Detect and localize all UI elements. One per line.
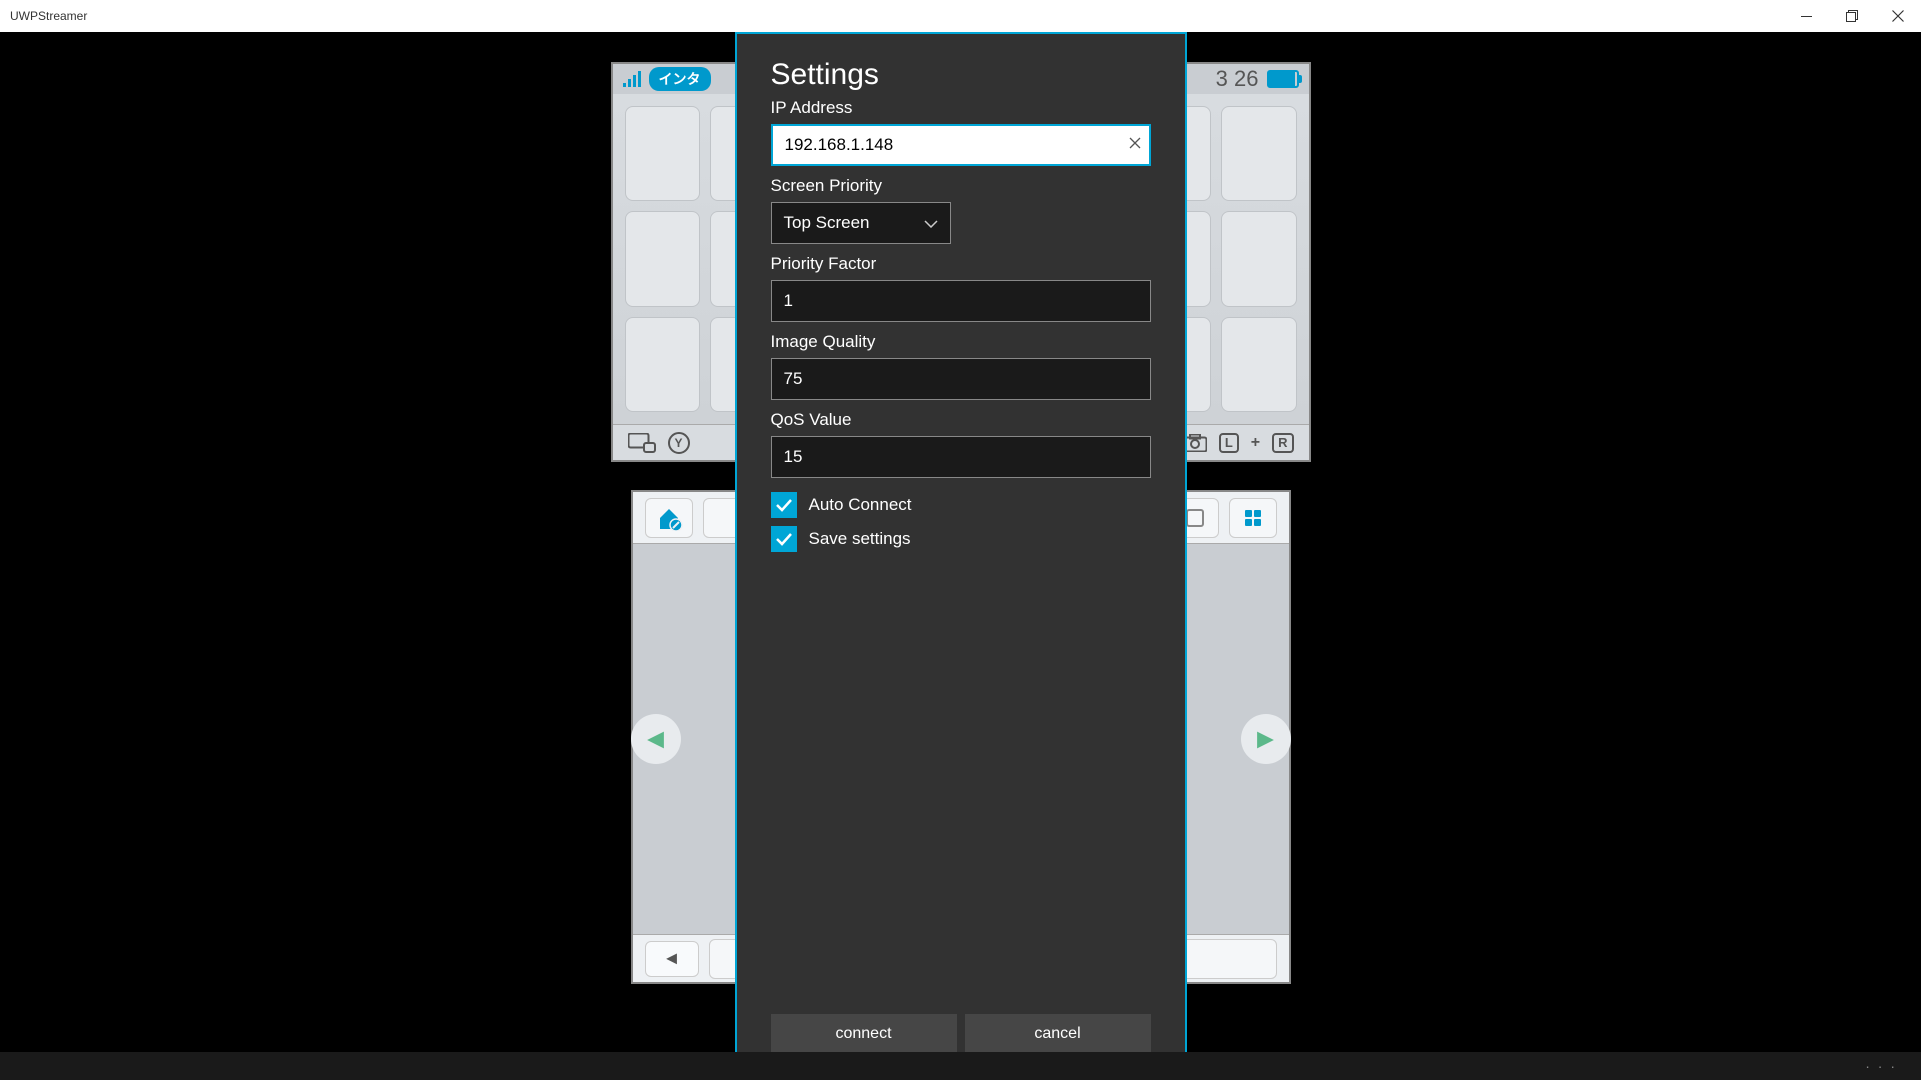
maximize-button[interactable] bbox=[1829, 0, 1875, 32]
auto-connect-row[interactable]: Auto Connect bbox=[771, 492, 1151, 518]
image-quality-label: Image Quality bbox=[771, 332, 1151, 352]
chevron-down-icon bbox=[924, 215, 938, 231]
qos-value-label: QoS Value bbox=[771, 410, 1151, 430]
screen-priority-select[interactable]: Top Screen bbox=[771, 202, 951, 244]
r-key-label: R bbox=[1272, 433, 1293, 453]
title-bar: UWPStreamer bbox=[0, 0, 1921, 32]
grid-view-icon bbox=[1244, 509, 1262, 527]
save-settings-checkbox[interactable] bbox=[771, 526, 797, 552]
priority-factor-input[interactable] bbox=[771, 280, 1151, 322]
maximize-icon bbox=[1846, 10, 1858, 22]
minimize-button[interactable] bbox=[1783, 0, 1829, 32]
battery-icon bbox=[1267, 70, 1299, 88]
plus-label: + bbox=[1251, 434, 1260, 452]
button-row: connect cancel bbox=[771, 1014, 1151, 1054]
left-arrow-icon: ◄ bbox=[642, 723, 670, 755]
auto-connect-label: Auto Connect bbox=[809, 495, 912, 515]
check-icon bbox=[775, 532, 793, 546]
close-button[interactable] bbox=[1875, 0, 1921, 32]
settings-panel: Settings IP Address Screen Priority Top … bbox=[735, 32, 1187, 1080]
ip-address-input[interactable] bbox=[771, 124, 1151, 166]
minimize-icon bbox=[1801, 16, 1812, 17]
signal-icon bbox=[623, 71, 643, 87]
image-quality-input[interactable] bbox=[771, 358, 1151, 400]
screen-priority-value: Top Screen bbox=[784, 213, 870, 233]
app-tile[interactable] bbox=[625, 211, 700, 306]
app-tile[interactable] bbox=[1221, 211, 1296, 306]
y-button-icon: Y bbox=[668, 432, 690, 454]
app-bar: · · · bbox=[0, 1052, 1921, 1080]
time-label: 3 26 bbox=[1216, 66, 1259, 92]
auto-connect-checkbox[interactable] bbox=[771, 492, 797, 518]
connect-button[interactable]: connect bbox=[771, 1014, 957, 1054]
home-wrench-icon bbox=[654, 505, 684, 531]
right-arrow-icon: ► bbox=[1252, 723, 1280, 755]
save-settings-label: Save settings bbox=[809, 529, 911, 549]
more-menu-button[interactable]: · · · bbox=[1865, 1058, 1897, 1074]
app-tile[interactable] bbox=[625, 106, 700, 201]
check-icon bbox=[775, 498, 793, 512]
close-icon bbox=[1129, 137, 1141, 149]
cancel-button[interactable]: cancel bbox=[965, 1014, 1151, 1054]
nav-left-button[interactable]: ◄ bbox=[631, 714, 681, 764]
l-key-label: L bbox=[1219, 433, 1239, 453]
close-icon bbox=[1892, 10, 1904, 22]
save-settings-row[interactable]: Save settings bbox=[771, 526, 1151, 552]
connection-badge: インタ bbox=[649, 67, 711, 91]
status-left: インタ bbox=[623, 67, 711, 91]
nav-right-button[interactable]: ► bbox=[1241, 714, 1291, 764]
qos-value-input[interactable] bbox=[771, 436, 1151, 478]
screen-priority-label: Screen Priority bbox=[771, 176, 1151, 196]
app-tile[interactable] bbox=[1221, 317, 1296, 412]
grid-view-button[interactable] bbox=[1229, 498, 1277, 538]
priority-factor-label: Priority Factor bbox=[771, 254, 1151, 274]
back-arrow-icon: ◄ bbox=[663, 948, 681, 969]
back-button[interactable]: ◄ bbox=[645, 941, 699, 977]
app-tile[interactable] bbox=[625, 317, 700, 412]
home-settings-button[interactable] bbox=[645, 498, 693, 538]
single-view-icon bbox=[1186, 509, 1204, 527]
app-tile[interactable] bbox=[1221, 106, 1296, 201]
display-icon bbox=[628, 433, 656, 453]
app-body: インタ 3 26 bbox=[0, 32, 1921, 1080]
window-title: UWPStreamer bbox=[10, 9, 87, 23]
settings-title: Settings bbox=[771, 58, 1151, 92]
clear-input-button[interactable] bbox=[1129, 136, 1141, 154]
ip-address-label: IP Address bbox=[771, 98, 1151, 118]
status-right: 3 26 bbox=[1216, 66, 1299, 92]
